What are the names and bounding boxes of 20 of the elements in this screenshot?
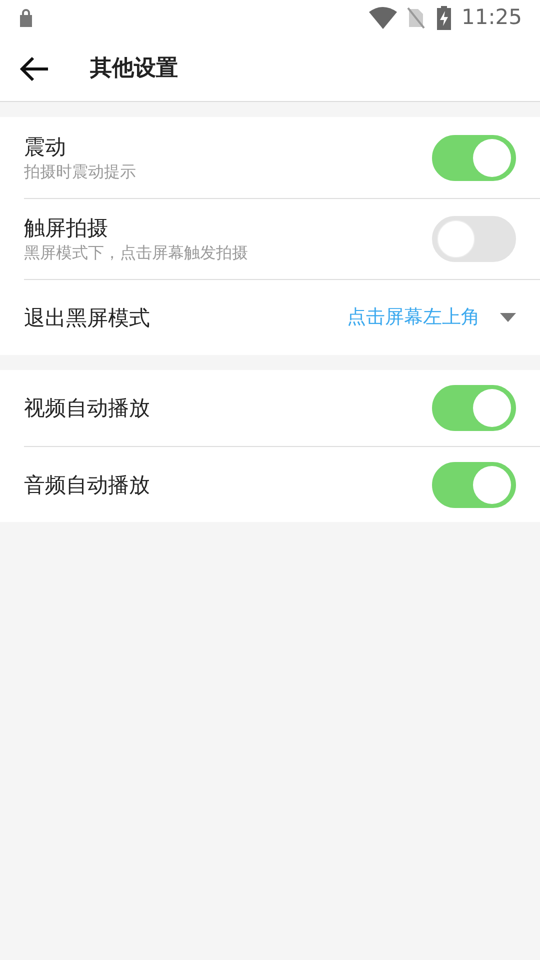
toggle-switch[interactable] [432, 462, 516, 508]
setting-label: 震动 [24, 134, 67, 160]
setting-label: 退出黑屏模式 [24, 304, 151, 332]
no-sim-icon [407, 7, 426, 29]
dropdown-caret-icon [500, 313, 516, 322]
battery-charging-icon [437, 6, 452, 30]
back-arrow-icon [19, 56, 49, 82]
lock-icon [18, 8, 34, 28]
setting-description: 黑屏模式下，点击屏幕触发拍摄 [24, 242, 249, 264]
setting-label: 音频自动播放 [24, 472, 151, 498]
setting-description: 拍摄时震动提示 [24, 160, 137, 182]
page-title: 其他设置 [90, 55, 178, 83]
setting-label: 视频自动播放 [24, 395, 151, 422]
toggle-switch[interactable] [432, 385, 516, 431]
setting-label: 触屏拍摄 [24, 215, 109, 242]
toggle-switch[interactable] [432, 134, 516, 180]
status-time: 11:25 [461, 4, 522, 32]
dropdown-select[interactable]: 点击屏幕左上角 [347, 303, 516, 332]
wifi-icon [369, 7, 398, 29]
toggle-switch[interactable] [432, 216, 516, 262]
